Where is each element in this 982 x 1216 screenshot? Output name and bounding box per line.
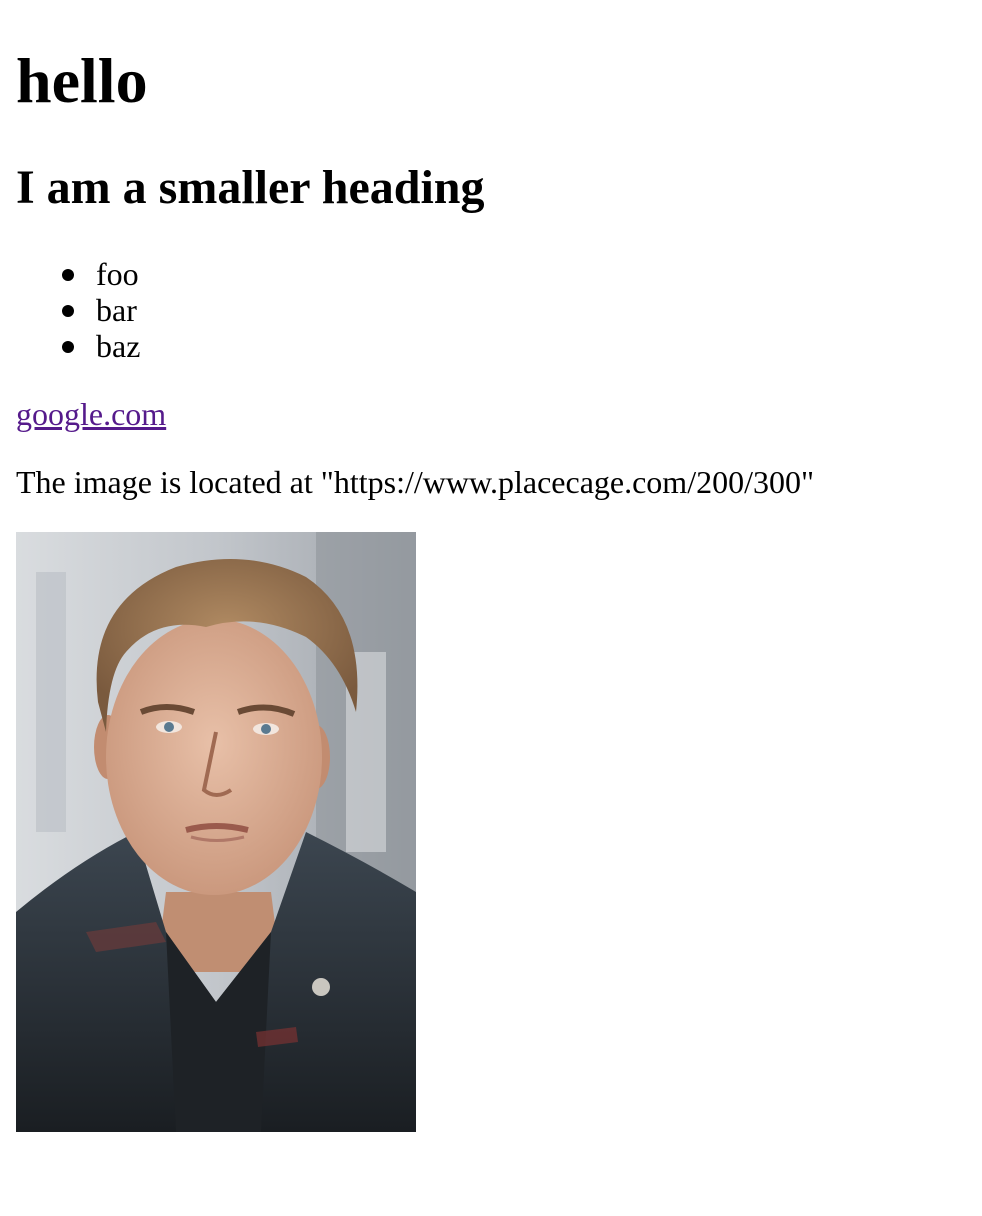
page-heading: hello — [16, 45, 148, 116]
list-item-label: baz — [96, 328, 141, 364]
page-subheading: I am a smaller heading — [16, 161, 485, 214]
google-link[interactable]: google.com — [16, 396, 166, 432]
bullet-icon — [62, 269, 74, 281]
bullet-icon — [62, 341, 74, 353]
list-item-label: bar — [96, 292, 137, 328]
list-item-label: foo — [96, 256, 139, 292]
portrait-photo-icon — [16, 532, 416, 1132]
bullet-icon — [62, 305, 74, 317]
list-item: bar — [16, 292, 140, 328]
list-item: baz — [16, 328, 140, 364]
portrait-photo — [16, 532, 416, 1132]
bullet-list: foo bar baz — [16, 256, 140, 364]
image-caption: The image is located at "https://www.pla… — [16, 464, 815, 500]
list-item: foo — [16, 256, 140, 292]
